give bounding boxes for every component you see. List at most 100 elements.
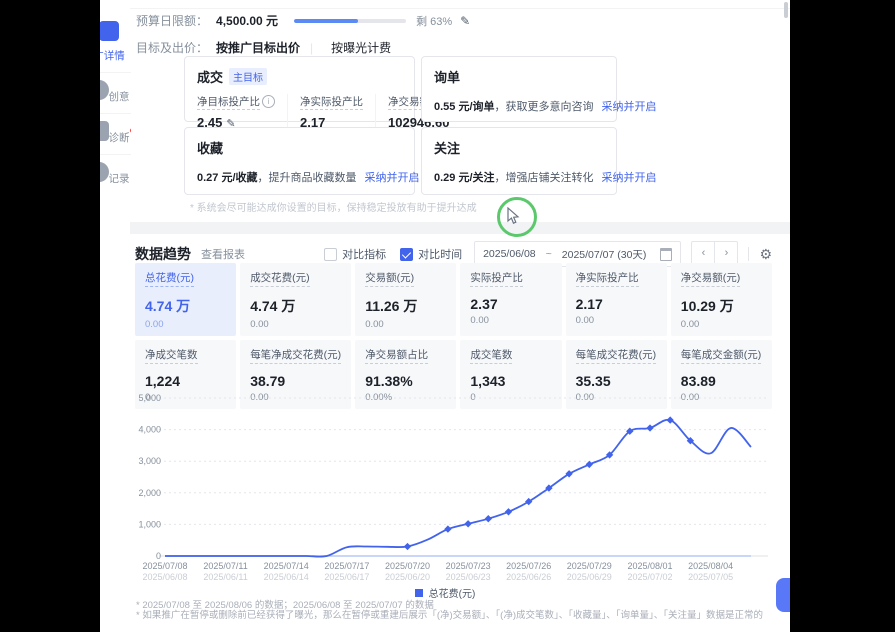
budget-progress-bar	[294, 19, 406, 23]
compare-time-checkbox[interactable]: 对比时间	[400, 246, 462, 262]
section-divider-band	[130, 222, 790, 234]
budget-value: 4,500.00 元	[216, 12, 278, 29]
deal-metric: 净实际投产比2.17	[287, 94, 375, 130]
calendar-icon	[660, 248, 672, 261]
sidebar-item-campaign-detail[interactable]: 广详情	[100, 14, 131, 73]
metric-tile-compare-value: 0.00	[250, 319, 341, 330]
goal-card-favorite[interactable]: 收藏 0.27 元/收藏，提升商品收藏数量采纳并开启	[184, 127, 415, 195]
view-report-link[interactable]: 查看报表	[201, 246, 245, 262]
diagnosis-icon	[100, 121, 109, 141]
svg-text:3,000: 3,000	[138, 456, 161, 466]
inquiry-price: 0.55 元/询单	[434, 101, 495, 113]
svg-text:2025/07/23: 2025/07/23	[446, 561, 491, 571]
svg-text:5,000: 5,000	[138, 393, 161, 403]
favorite-desc: ，提升商品收藏数量	[258, 172, 357, 184]
date-range-separator: ~	[546, 248, 552, 260]
tab-bid-by-goal[interactable]: 按推广目标出价	[216, 39, 300, 56]
gear-icon[interactable]: ⚙	[759, 246, 772, 263]
main-panel: 广详情创意诊断记录 预算日限额： 4,500.00 元 剩 63% ✎ 目标及出…	[100, 0, 790, 632]
metric-tile-label: 成交笔数	[470, 347, 512, 364]
compare-metric-label: 对比指标	[342, 246, 386, 262]
floating-side-button[interactable]	[776, 578, 790, 612]
favorite-price: 0.27 元/收藏	[197, 172, 258, 184]
svg-text:2025/06/17: 2025/06/17	[324, 572, 369, 582]
trend-title: 数据趋势	[135, 244, 191, 264]
svg-text:2025/07/11: 2025/07/11	[203, 561, 247, 571]
svg-text:4,000: 4,000	[138, 425, 161, 435]
budget-remaining: 剩 63%	[416, 13, 452, 29]
favorite-adopt-link[interactable]: 采纳并开启	[365, 172, 420, 184]
follow-desc: ，增强店铺关注转化	[495, 172, 594, 184]
metric-tile-0[interactable]: 总花费(元)4.74 万0.00	[135, 263, 236, 336]
follow-price: 0.29 元/关注	[434, 172, 495, 184]
sidebar-item-diagnosis[interactable]: 诊断	[100, 114, 131, 155]
svg-text:2025/07/05: 2025/07/05	[688, 572, 733, 582]
sidebar-item-label: 广详情	[100, 48, 125, 63]
edit-budget-icon[interactable]: ✎	[460, 14, 470, 28]
sidebar-item-label: 记录	[109, 171, 130, 186]
metric-tile-label: 每笔净成交花费(元)	[250, 347, 341, 364]
svg-text:2025/06/29: 2025/06/29	[567, 572, 612, 582]
budget-progress-fill	[294, 19, 358, 23]
date-range-start: 2025/06/08	[483, 248, 536, 260]
metric-tile-label: 实际投产比	[470, 270, 523, 287]
metric-tile-compare-value: 0.00	[470, 315, 551, 326]
goal-card-inquiry[interactable]: 询单 0.55 元/询单，获取更多意向咨询采纳并开启	[421, 56, 617, 122]
metric-tile-label: 净交易额占比	[365, 347, 428, 364]
metric-tile-compare-value: 0.00	[145, 319, 226, 330]
svg-text:2025/07/02: 2025/07/02	[627, 572, 672, 582]
inquiry-adopt-link[interactable]: 采纳并开启	[602, 101, 657, 113]
metric-tile-label: 成交花费(元)	[250, 270, 310, 287]
sidebar-item-history-clock[interactable]: 记录	[100, 155, 131, 195]
svg-text:2,000: 2,000	[138, 488, 161, 498]
tab-bid-by-exposure[interactable]: 按曝光计费	[331, 39, 391, 56]
metric-tile-4[interactable]: 净实际投产比 2.17 0.00	[566, 263, 667, 336]
metric-tile-label: 净实际投产比	[576, 270, 639, 287]
goal-cards: 成交 主目标 净目标投产比i2.45✎净实际投产比2.17净交易额(元)1029…	[184, 56, 617, 195]
trend-chart[interactable]: 0 1,000 2,000 3,000 4,000 5,000 2025/07/08 2025…	[135, 386, 772, 584]
metric-tile-compare-value: 0.00	[576, 315, 657, 326]
metric-tile-compare-value: 0.00	[681, 319, 762, 330]
date-range-end: 2025/07/07 (30天)	[562, 247, 647, 262]
metric-tile-compare-value: 0.00	[365, 319, 446, 330]
sidebar-item-creative[interactable]: 创意	[100, 73, 131, 114]
metric-tile-2[interactable]: 交易额(元)11.26 万0.00	[355, 263, 456, 336]
metric-tile-3[interactable]: 实际投产比2.370.00	[460, 263, 561, 336]
goal-card-follow[interactable]: 关注 0.29 元/关注，增强店铺关注转化采纳并开启	[421, 127, 617, 195]
svg-text:2025/06/14: 2025/06/14	[264, 572, 309, 582]
compare-metric-checkbox-box[interactable]	[324, 248, 337, 261]
follow-adopt-link[interactable]: 采纳并开启	[602, 172, 657, 184]
metric-tile-value: 11.26 万	[365, 296, 446, 316]
notification-dot	[130, 128, 132, 133]
favorite-card-title: 收藏	[197, 138, 223, 157]
metric-tile-value: 2.17	[576, 296, 657, 312]
info-icon[interactable]: i	[262, 95, 275, 108]
svg-text:0: 0	[156, 551, 161, 561]
svg-text:2025/07/29: 2025/07/29	[567, 561, 612, 571]
compare-time-checkbox-box[interactable]	[400, 248, 413, 261]
metric-tile-1[interactable]: 成交花费(元)4.74 万0.00	[240, 263, 351, 336]
svg-text:2025/08/01: 2025/08/01	[627, 561, 672, 571]
metric-tile-5[interactable]: 净交易额(元)10.29 万0.00	[671, 263, 772, 336]
legend-swatch-total-cost	[415, 589, 423, 597]
goal-card-deal[interactable]: 成交 主目标 净目标投产比i2.45✎净实际投产比2.17净交易额(元)1029…	[184, 56, 415, 122]
svg-text:2025/06/20: 2025/06/20	[385, 572, 430, 582]
daily-budget-row: 预算日限额： 4,500.00 元 剩 63% ✎	[136, 12, 470, 29]
metric-tile-label: 每笔成交花费(元)	[576, 347, 657, 364]
svg-text:2025/06/26: 2025/06/26	[506, 572, 551, 582]
sidebar-item-label: 创意	[109, 89, 130, 104]
metric-tile-value: 4.74 万	[145, 296, 226, 316]
chart-footnote-disclaimer: * 如果推广在暂停或删除前已经获得了曝光，那么在暂停或重建后展示「(净)交易额」…	[136, 607, 763, 621]
sidebar-item-label: 诊断	[109, 130, 130, 145]
inquiry-desc: ，获取更多意向咨询	[495, 101, 594, 113]
scrollbar-thumb[interactable]	[784, 2, 788, 18]
metric-tile-label: 每笔成交金额(元)	[681, 347, 762, 364]
svg-text:1,000: 1,000	[138, 519, 161, 529]
deal-metric: 净目标投产比i2.45✎	[197, 94, 287, 130]
svg-text:2025/07/08: 2025/07/08	[142, 561, 187, 571]
compare-metric-checkbox[interactable]: 对比指标	[324, 246, 386, 262]
metric-tile-label: 净交易额(元)	[681, 270, 741, 287]
deal-card-title: 成交	[197, 67, 223, 86]
history-clock-icon	[100, 162, 109, 182]
mouse-cursor-icon	[506, 207, 520, 225]
